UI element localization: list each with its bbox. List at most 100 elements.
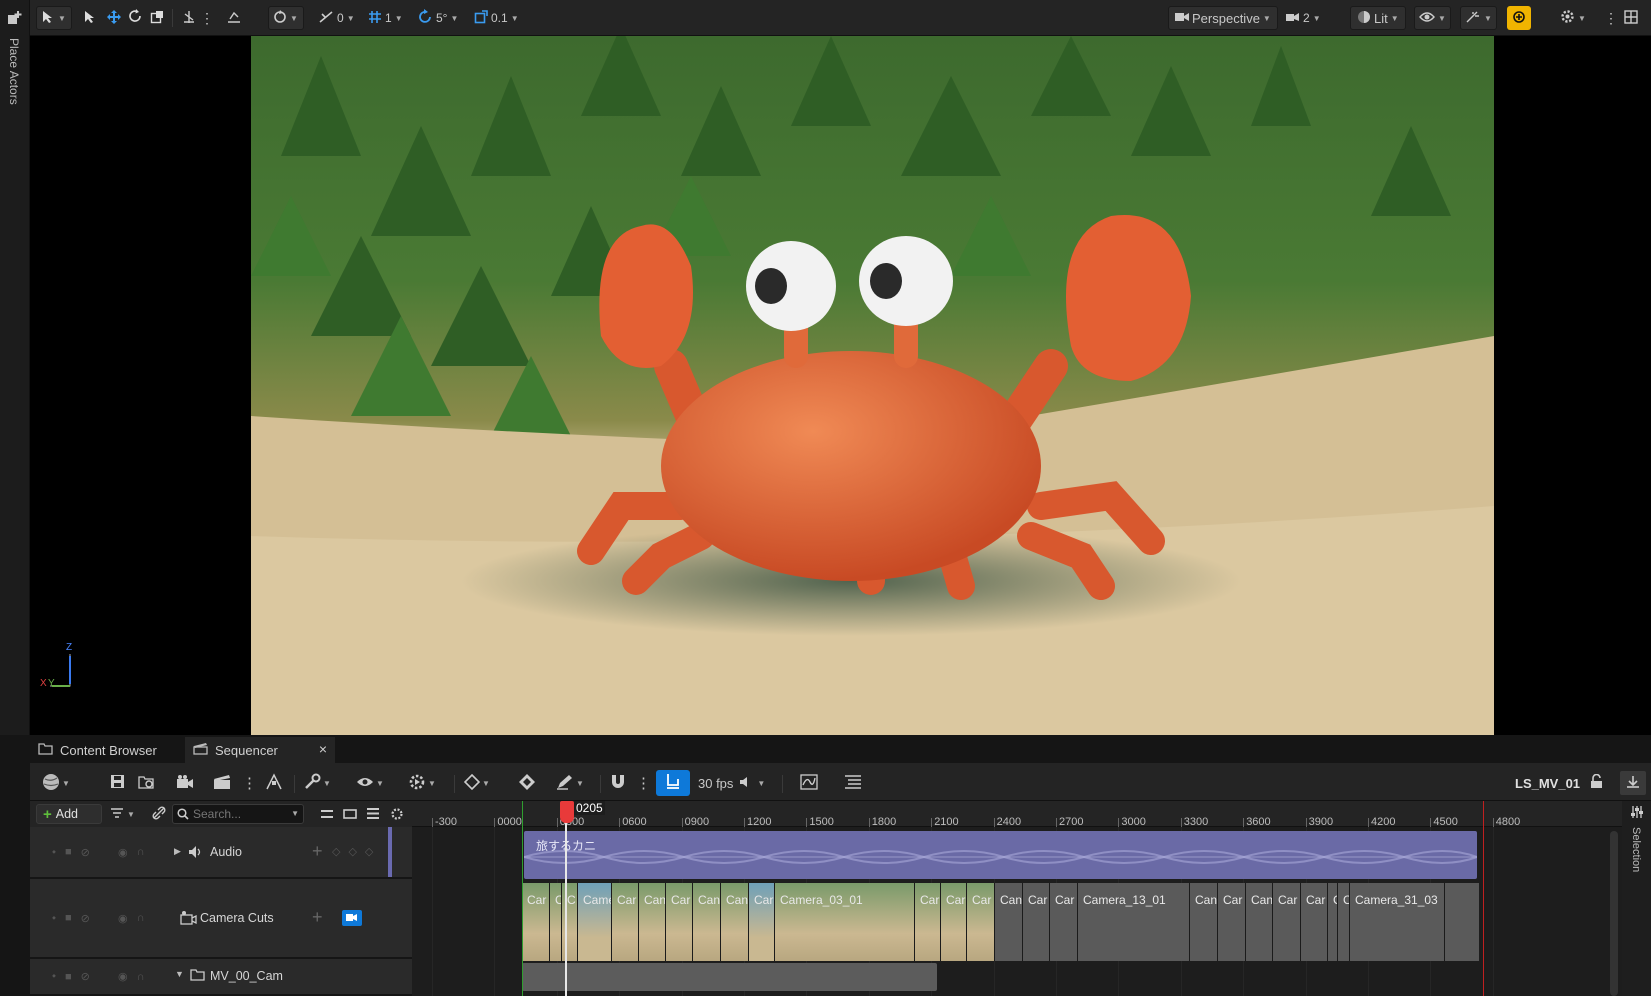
- camera-cut-clip[interactable]: Camera_13_01: [1078, 883, 1190, 961]
- snap-options-button[interactable]: ⋮: [636, 771, 651, 795]
- camera-cut-clip[interactable]: Can: [1190, 883, 1218, 961]
- framerate-dropdown[interactable]: 30 fps ▼: [698, 771, 765, 795]
- camera-cut-clip[interactable]: Car: [1023, 883, 1050, 961]
- transform-gizmo-dropdown[interactable]: ▼: [268, 6, 304, 30]
- lock-sequence-button[interactable]: [1590, 771, 1603, 795]
- performance-toggle-button[interactable]: [1507, 6, 1531, 30]
- headphones-icon[interactable]: ∩: [137, 912, 145, 924]
- level-viewport[interactable]: Z X Y: [30, 36, 1651, 735]
- selection-tab[interactable]: Selection: [1630, 827, 1642, 872]
- camera-cut-clip[interactable]: Can: [693, 883, 721, 961]
- lighting-mode-dropdown[interactable]: Lit ▼: [1350, 6, 1406, 30]
- mv-00-cam-section[interactable]: [522, 963, 937, 991]
- curve-editor-button[interactable]: [265, 771, 283, 795]
- camera-cut-clip[interactable]: Car: [666, 883, 693, 961]
- camera-cut-clip[interactable]: Car: [1050, 883, 1078, 961]
- add-audio-button[interactable]: +: [312, 841, 323, 862]
- camera-cut-clip[interactable]: Camera_03_01: [775, 883, 915, 961]
- world-dropdown[interactable]: ▼: [42, 771, 70, 795]
- outliner-settings-button[interactable]: [390, 807, 404, 824]
- snap-toggle-button[interactable]: [610, 771, 626, 795]
- audio-clip[interactable]: 旅するカニ: [524, 831, 1477, 879]
- keyframe-nav-icons[interactable]: ◇◇◇: [332, 845, 381, 858]
- camera-cut-clip[interactable]: Car: [749, 883, 775, 961]
- collapse-all-button[interactable]: [320, 808, 334, 823]
- camera-cuts-lane[interactable]: CarCCCameCarCanCarCanCanCarCamera_03_01C…: [522, 883, 1479, 961]
- mute-icon[interactable]: ⊘: [81, 846, 90, 859]
- add-camera-cut-button[interactable]: +: [312, 907, 323, 928]
- camera-cut-clip[interactable]: Can: [1246, 883, 1273, 961]
- add-track-button[interactable]: + Add: [36, 804, 102, 824]
- place-actors-tab[interactable]: Place Actors: [7, 38, 21, 105]
- lock-icon[interactable]: ■: [65, 971, 72, 983]
- camera-speed-dropdown[interactable]: 2 ▼: [1282, 6, 1325, 30]
- render-movie-button[interactable]: [176, 771, 194, 795]
- viewport-layout-button[interactable]: [1620, 6, 1642, 30]
- playback-options-dropdown[interactable]: ▼: [408, 771, 436, 795]
- grid-snap-dropdown[interactable]: 1 ▼: [364, 6, 407, 30]
- tab-content-browser[interactable]: Content Browser: [30, 737, 185, 763]
- lock-icon[interactable]: ■: [65, 912, 72, 924]
- rotation-snap-dropdown[interactable]: 5° ▼: [414, 6, 462, 30]
- auto-key-button[interactable]: [518, 771, 536, 795]
- rotate-tool-button[interactable]: [124, 6, 147, 30]
- track-camera-cuts[interactable]: ⬩ ■ ⊘ ◉ ∩ Camera Cuts +: [30, 879, 412, 959]
- eye-icon[interactable]: ◉: [118, 912, 128, 925]
- headphones-icon[interactable]: ∩: [137, 846, 145, 858]
- select-tool-button[interactable]: [80, 6, 100, 30]
- camera-cut-clip[interactable]: Car: [941, 883, 967, 961]
- save-button[interactable]: [110, 771, 125, 795]
- pin-icon[interactable]: ⬩: [52, 912, 56, 925]
- view-mode-dropdown[interactable]: Perspective ▼: [1168, 6, 1278, 30]
- end-range-marker[interactable]: [1483, 801, 1484, 996]
- camera-cut-clip[interactable]: C: [1328, 883, 1338, 961]
- camera-cut-clip[interactable]: Car: [915, 883, 941, 961]
- camera-cut-clip[interactable]: Camera_31_03: [1350, 883, 1445, 961]
- edit-mode-dropdown[interactable]: ▼: [556, 771, 584, 795]
- mute-icon[interactable]: ⊘: [81, 970, 90, 983]
- key-options-dropdown[interactable]: ▼: [463, 771, 490, 795]
- camera-cut-clip[interactable]: Can: [639, 883, 666, 961]
- camera-cut-clip[interactable]: Came: [578, 883, 612, 961]
- actions-dropdown[interactable]: ▼: [304, 771, 331, 795]
- sequencer-more-button[interactable]: ⋮: [242, 771, 257, 795]
- translate-tool-button[interactable]: [102, 6, 126, 30]
- show-flags-dropdown[interactable]: ▼: [1414, 6, 1451, 30]
- filter-dropdown[interactable]: ▼: [110, 807, 135, 822]
- list-view-button[interactable]: [366, 807, 380, 823]
- viewport-settings-dropdown[interactable]: ▼: [1556, 6, 1590, 30]
- expand-all-button[interactable]: [343, 808, 357, 823]
- track-search-field[interactable]: ▼: [172, 804, 304, 824]
- create-camera-button[interactable]: [213, 771, 231, 795]
- pin-icon[interactable]: ⬩: [52, 970, 56, 983]
- camera-cut-clip[interactable]: Car: [1273, 883, 1301, 961]
- camera-lock-toggle[interactable]: [342, 910, 362, 926]
- track-mv-00-cam[interactable]: ⬩ ■ ⊘ ◉ ∩ ▼ MV_00_Cam: [30, 959, 412, 996]
- sliders-icon[interactable]: [1630, 805, 1644, 822]
- playhead-handle[interactable]: [560, 801, 574, 823]
- find-asset-button[interactable]: [138, 771, 156, 795]
- tab-sequencer[interactable]: Sequencer ×: [185, 737, 335, 763]
- mute-icon[interactable]: ⊘: [81, 912, 90, 925]
- dock-button[interactable]: [1620, 771, 1646, 795]
- viewport-options-button[interactable]: ⋮: [1600, 6, 1622, 30]
- surface-snap-button[interactable]: [222, 6, 246, 30]
- camera-cut-clip[interactable]: Car: [1218, 883, 1246, 961]
- more-options-button[interactable]: ⋮: [196, 6, 218, 30]
- playhead-snap-toggle[interactable]: [656, 770, 690, 796]
- select-mode-dropdown[interactable]: ▼: [36, 6, 72, 30]
- camera-cut-clip[interactable]: Can: [995, 883, 1023, 961]
- camera-cut-clip[interactable]: Car: [1301, 883, 1328, 961]
- scale-snap-dropdown[interactable]: 0.1 ▼: [470, 6, 523, 30]
- viewport-render[interactable]: [251, 36, 1494, 735]
- collapse-arrow-icon[interactable]: ▼: [175, 969, 184, 979]
- track-audio[interactable]: ⬩ ■ ⊘ ◉ ∩ ▶ Audio + ◇◇◇: [30, 827, 412, 879]
- close-tab-button[interactable]: ×: [319, 741, 327, 757]
- expand-arrow-icon[interactable]: ▶: [174, 846, 181, 857]
- translate-snap-dropdown[interactable]: 0 ▼: [314, 6, 359, 30]
- sequencer-timeline[interactable]: -300 0000 0300 0600 0900 1200 1500 1800 2100 2400…: [412, 801, 1622, 996]
- scale-tool-button[interactable]: [146, 6, 168, 30]
- link-toggle-button[interactable]: [152, 806, 166, 823]
- view-options-dropdown[interactable]: ▼: [356, 771, 384, 795]
- lock-icon[interactable]: ■: [65, 846, 72, 858]
